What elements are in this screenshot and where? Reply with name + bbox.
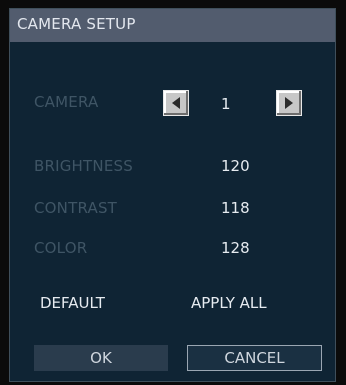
apply-all-button[interactable]: APPLY ALL <box>191 294 267 312</box>
camera-prev-button[interactable] <box>163 90 189 116</box>
title-bar: CAMERA SETUP <box>10 9 335 42</box>
contrast-label: CONTRAST <box>34 199 118 217</box>
camera-setup-dialog: CAMERA SETUP CAMERA 1 BRIGHTNESS 120 CON… <box>9 8 336 382</box>
camera-label: CAMERA <box>34 93 99 111</box>
ok-button[interactable]: OK <box>34 345 168 371</box>
cancel-button[interactable]: CANCEL <box>187 345 322 371</box>
brightness-label: BRIGHTNESS <box>34 157 133 175</box>
color-label: COLOR <box>34 239 88 257</box>
dialog-title: CAMERA SETUP <box>17 15 136 33</box>
left-arrow-icon <box>172 97 180 109</box>
right-arrow-icon <box>285 97 293 109</box>
camera-next-button[interactable] <box>276 90 302 116</box>
contrast-value[interactable]: 118 <box>221 199 250 217</box>
brightness-value[interactable]: 120 <box>221 157 250 175</box>
default-button[interactable]: DEFAULT <box>40 294 105 312</box>
color-value[interactable]: 128 <box>221 239 250 257</box>
camera-number: 1 <box>221 95 231 113</box>
